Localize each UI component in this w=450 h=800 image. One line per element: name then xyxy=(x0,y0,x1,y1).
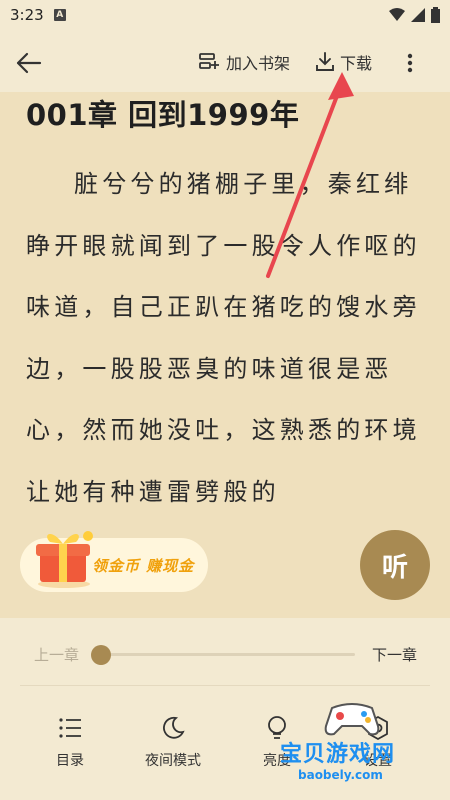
nav-night-mode[interactable]: 夜间模式 xyxy=(133,714,213,774)
back-button[interactable] xyxy=(14,48,44,78)
chapter-title: 001章 回到1999年 xyxy=(26,98,300,132)
add-to-shelf-button[interactable]: 加入书架 xyxy=(198,48,290,76)
list-icon xyxy=(59,718,81,738)
earn-coins-label: 领金币 赚现金 xyxy=(92,556,195,575)
status-time: 3:23 xyxy=(10,6,44,24)
listen-label: 听 xyxy=(381,552,408,583)
more-options-button[interactable] xyxy=(398,48,422,78)
status-icons xyxy=(389,7,440,23)
chapter-slider-track[interactable] xyxy=(100,653,355,656)
prev-chapter-button[interactable]: 上一章 xyxy=(34,644,79,665)
watermark-text: 宝贝游戏网 xyxy=(280,742,396,767)
download-button[interactable]: 下载 xyxy=(314,48,372,76)
download-icon xyxy=(316,52,334,71)
watermark-url: baobely.com xyxy=(298,768,383,782)
moon-icon xyxy=(163,716,185,739)
reader-toolbar: 加入书架 下载 xyxy=(0,30,450,92)
more-vertical-icon xyxy=(407,53,413,73)
notification-badge: A xyxy=(53,9,66,21)
chapter-slider-thumb[interactable] xyxy=(91,645,111,665)
wifi-icon xyxy=(389,8,405,21)
earn-coins-banner[interactable]: 领金币 赚现金 xyxy=(20,531,208,592)
nav-catalog-label: 目录 xyxy=(56,753,84,769)
status-bar: 3:23 A xyxy=(0,0,450,30)
signal-icon xyxy=(411,8,425,22)
next-chapter-button[interactable]: 下一章 xyxy=(372,644,417,665)
add-to-shelf-label: 加入书架 xyxy=(226,54,291,73)
nav-catalog[interactable]: 目录 xyxy=(30,714,110,774)
arrow-left-icon xyxy=(16,52,42,74)
bookshelf-add-icon xyxy=(199,53,219,69)
listen-button[interactable]: 听 xyxy=(360,530,430,600)
chapter-progress: 上一章 下一章 xyxy=(0,640,450,668)
chapter-text: 脏兮兮的猪棚子里，秦红绯睁开眼就闻到了一股令人作呕的味道，自己正趴在猪吃的馊水旁… xyxy=(26,170,421,506)
download-label: 下载 xyxy=(340,54,373,73)
site-watermark: 宝贝游戏网 baobely.com xyxy=(276,702,436,792)
battery-icon xyxy=(431,7,440,23)
nav-night-mode-label: 夜间模式 xyxy=(145,753,201,769)
gift-box-icon xyxy=(36,531,93,588)
panel-divider xyxy=(20,685,430,686)
